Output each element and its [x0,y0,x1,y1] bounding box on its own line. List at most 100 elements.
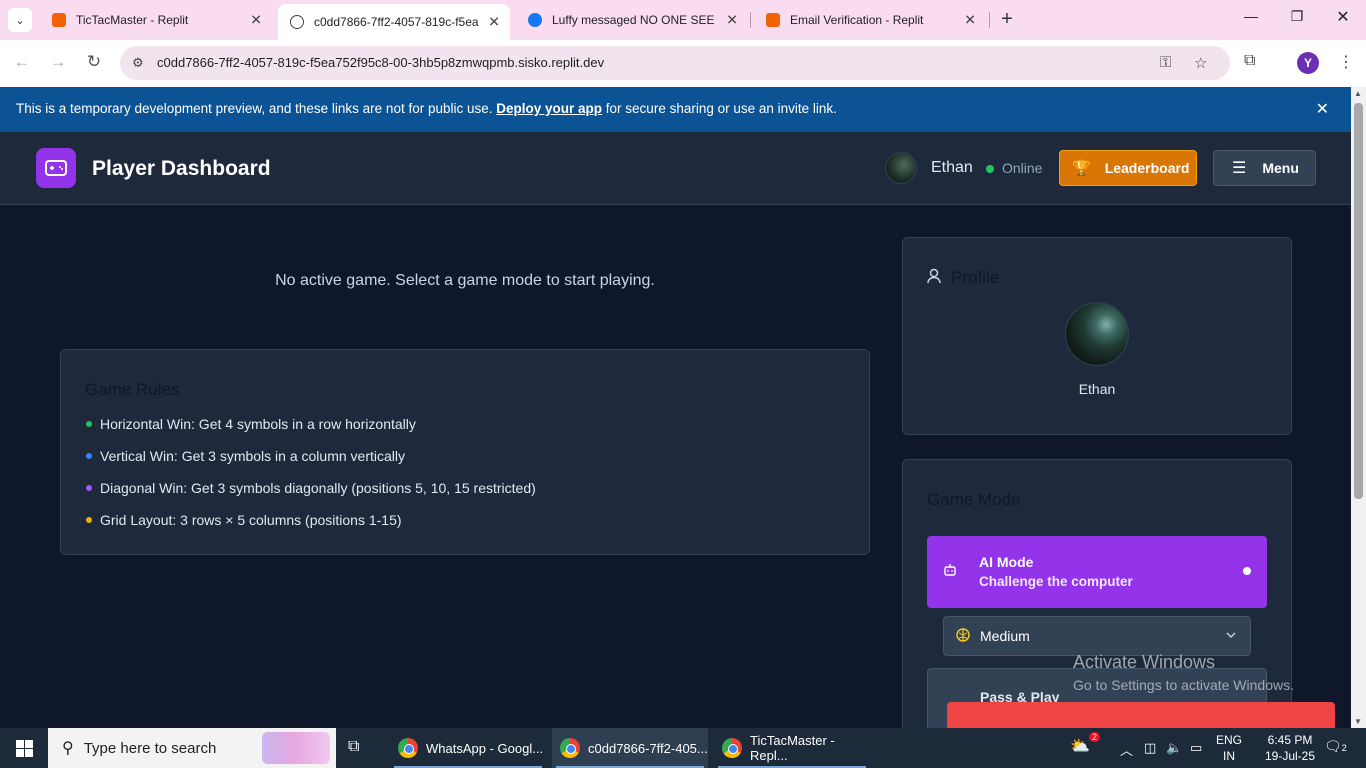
profile-avatar[interactable]: Y [1297,52,1319,74]
toast-notification[interactable] [947,702,1335,728]
volume-icon[interactable]: 🔈 [1166,740,1182,756]
scrollbar-thumb[interactable] [1354,103,1363,499]
dev-preview-banner: This is a temporary development preview,… [0,87,1351,132]
game-mode-card: Game Mode AI Mode Challenge the computer… [902,459,1292,740]
minimize-button[interactable]: — [1228,8,1274,24]
replit-icon [766,13,780,27]
chevron-up-icon[interactable]: ︿ [1120,740,1133,759]
chrome-icon [722,738,742,758]
gamepad-icon [36,148,76,188]
hamburger-icon: ☰ [1232,160,1247,177]
more-menu-icon[interactable]: ⋮ [1338,52,1354,72]
system-clock[interactable]: 6:45 PM 19-Jul-25 [1256,732,1324,764]
windows-taskbar: ⚲ Type here to search ⧉ WhatsApp - Googl… [0,728,1366,768]
rules-title: Game Rules [85,380,180,399]
app-header: Player Dashboard Ethan Online 🏆 Leaderbo… [0,132,1351,205]
difficulty-value: Medium [980,628,1030,644]
bullet-icon [86,421,92,427]
close-icon[interactable]: ✕ [964,12,976,29]
chrome-icon [398,738,418,758]
meet-now-icon[interactable]: ◫ [1144,740,1156,756]
bookmark-star-icon[interactable]: ☆ [1194,54,1207,72]
deploy-link[interactable]: Deploy your app [496,101,602,116]
rules-list: Horizontal Win: Get 4 symbols in a row h… [85,416,536,544]
list-item: Diagonal Win: Get 3 symbols diagonally (… [85,480,536,512]
avatar[interactable] [885,152,917,184]
search-highlight-image [262,732,330,764]
task-view-icon[interactable]: ⧉ [348,738,359,756]
list-item: Horizontal Win: Get 4 symbols in a row h… [85,416,536,448]
windows-start-button[interactable] [0,728,48,768]
tab-separator [989,12,990,28]
search-icon: ⚲ [62,740,74,757]
password-key-icon[interactable]: ⚿ [1160,54,1171,71]
online-status-dot [986,165,994,173]
window-close-button[interactable]: ✕ [1320,7,1366,27]
activate-windows-title: Activate Windows [1073,652,1216,672]
ai-mode-option[interactable]: AI Mode Challenge the computer [927,536,1267,608]
no-active-game-text: No active game. Select a game mode to st… [275,272,655,289]
trophy-icon: 🏆 [1072,160,1091,177]
address-bar[interactable]: ⚙ c0dd7866-7ff2-4057-819c-f5ea752f95c8-0… [120,46,1230,80]
browser-tab-strip: ⌄ TicTacMaster - Replit ✕ c0dd7866-7ff2-… [0,0,1366,40]
weather-icon[interactable]: ⛅ 2 [1070,732,1100,758]
ai-mode-subtitle: Challenge the computer [979,574,1133,589]
list-item: Vertical Win: Get 3 symbols in a column … [85,448,536,480]
close-icon[interactable]: ✕ [488,14,500,31]
replit-icon [52,13,66,27]
taskbar-app-preview[interactable]: c0dd7866-7ff2-405... [552,728,708,768]
new-tab-button[interactable]: + [996,8,1018,31]
list-item: Grid Layout: 3 rows × 5 columns (positio… [85,512,536,544]
extensions-icon[interactable]: ⧉ [1244,52,1255,70]
profile-avatar-image [1065,302,1129,366]
username: Ethan [931,159,973,176]
activate-windows-subtitle: Go to Settings to activate Windows. [1073,677,1294,693]
page-scrollbar[interactable]: ▲ ▼ [1351,87,1366,728]
tab-preview[interactable]: c0dd7866-7ff2-4057-819c-f5ea ✕ [278,4,510,40]
leaderboard-button[interactable]: 🏆 Leaderboard [1059,150,1197,186]
reload-button[interactable]: ↻ [82,52,106,72]
profile-card: Profile Ethan [902,237,1292,435]
tab-separator [750,12,751,28]
page-title: Player Dashboard [92,157,271,180]
language-indicator[interactable]: ENG IN [1216,732,1242,764]
robot-icon [943,563,957,580]
game-rules-card: Game Rules Horizontal Win: Get 4 symbols… [60,349,870,555]
tab-facebook[interactable]: Luffy messaged NO ONE SEE ✕ [516,6,748,34]
chrome-icon [560,738,580,758]
taskbar-search-box[interactable]: ⚲ Type here to search [48,728,336,768]
menu-button[interactable]: ☰ Menu [1213,150,1316,186]
status-text: Online [1002,160,1043,176]
forward-button[interactable]: → [46,52,70,72]
facebook-icon [528,13,542,27]
taskbar-app-tictacmaster[interactable]: TicTacMaster - Repl... [714,728,870,768]
notification-center-icon[interactable]: 🗨2 [1324,738,1347,755]
profile-header: Profile [927,268,999,288]
close-icon[interactable]: ✕ [250,12,262,29]
scroll-up-icon[interactable]: ▲ [1354,89,1362,98]
network-icon[interactable]: ▭ [1190,740,1202,756]
chevron-down-icon [1226,627,1236,641]
browser-toolbar: ← → ↻ ⚙ c0dd7866-7ff2-4057-819c-f5ea752f… [0,40,1366,87]
globe-icon [290,15,304,29]
bullet-icon [86,453,92,459]
weather-badge: 2 [1088,732,1100,742]
taskbar-app-whatsapp[interactable]: WhatsApp - Googl... [390,728,546,768]
bullet-icon [86,485,92,491]
close-icon[interactable]: ✕ [726,12,738,29]
bullet-icon [86,517,92,523]
profile-name: Ethan [1078,381,1116,397]
url-text[interactable]: c0dd7866-7ff2-4057-819c-f5ea752f95c8-00-… [157,55,604,70]
back-button[interactable]: ← [10,52,34,72]
banner-close-icon[interactable]: ✕ [1316,99,1329,119]
tab-email-verification[interactable]: Email Verification - Replit ✕ [754,6,986,34]
scroll-down-icon[interactable]: ▼ [1354,717,1362,726]
selected-indicator [1243,567,1251,575]
chevron-down-icon: ⌄ [15,14,25,27]
difficulty-select[interactable]: Medium [943,616,1251,656]
game-mode-title: Game Mode [927,490,1021,509]
tab-tictacmaster[interactable]: TicTacMaster - Replit ✕ [40,6,272,34]
restore-button[interactable]: ❐ [1274,8,1320,25]
site-info-icon[interactable]: ⚙ [132,55,144,71]
tab-search-button[interactable]: ⌄ [8,8,32,32]
